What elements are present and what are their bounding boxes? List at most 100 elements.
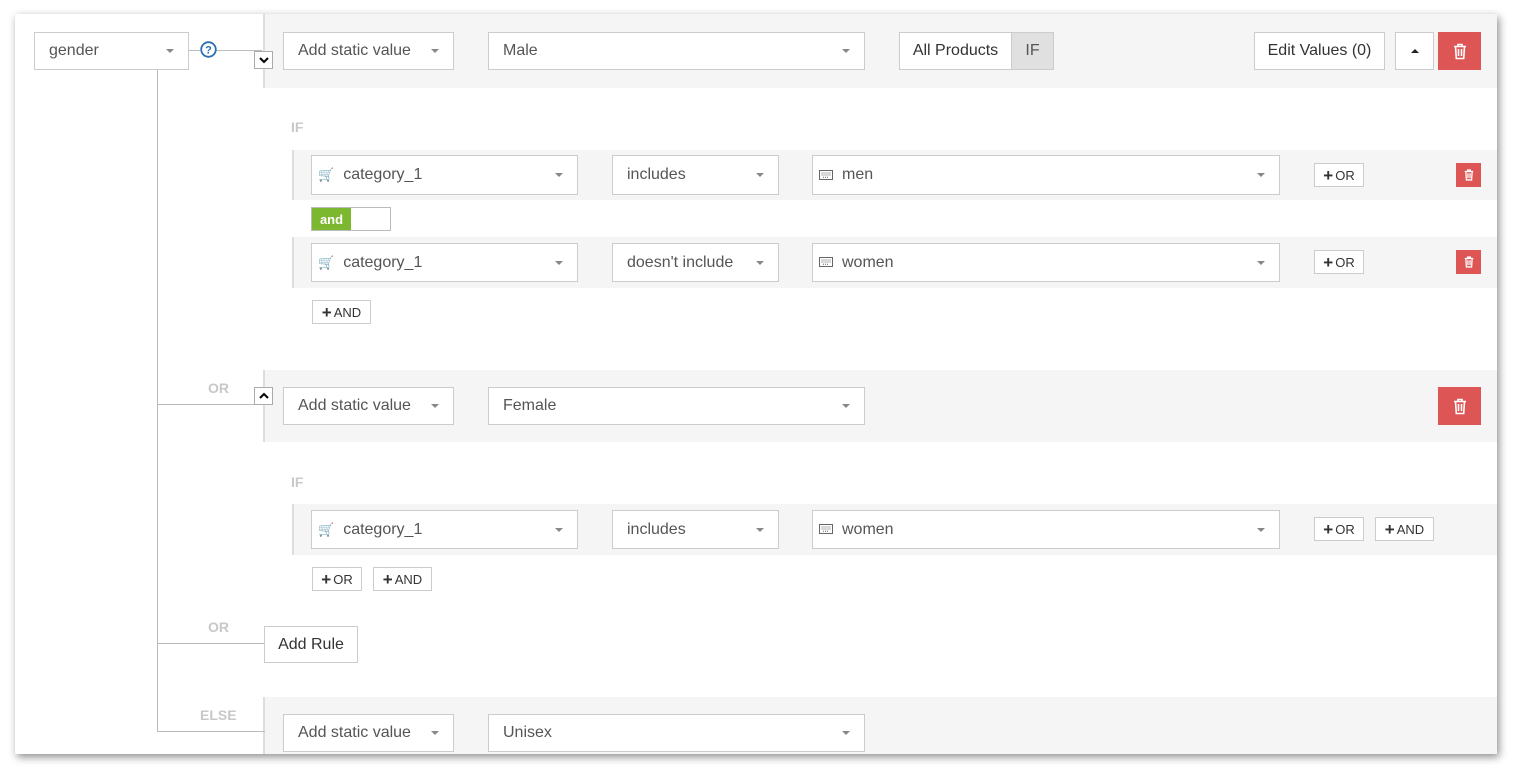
question-circle-icon[interactable]: ?: [200, 41, 217, 58]
rule2-condition1-operator-select[interactable]: includes: [612, 510, 779, 549]
condition1-operator-select[interactable]: includes: [612, 155, 779, 195]
source-field-select[interactable]: gender: [34, 32, 189, 70]
trash-icon: [1453, 398, 1466, 414]
chevron-down-icon: [555, 173, 563, 177]
condition1-add-or-button[interactable]: + OR: [1314, 163, 1364, 187]
caret-up-icon: [1410, 49, 1419, 53]
rule1-add-and-button[interactable]: + AND: [312, 300, 371, 324]
and-badge: and: [312, 208, 351, 230]
condition1-operator-value: includes: [627, 166, 686, 183]
rule2-condition1-value-select[interactable]: women: [812, 510, 1280, 549]
chevron-down-icon: [166, 49, 174, 53]
plus-icon: +: [321, 569, 332, 589]
cart-icon: 🛒: [318, 521, 335, 537]
add-or-label: OR: [1335, 521, 1355, 537]
add-and-label: AND: [394, 571, 423, 587]
rule2-value-select[interactable]: Female: [488, 387, 865, 425]
rule1-value: Male: [503, 42, 538, 59]
rule1-value-select[interactable]: Male: [488, 32, 865, 70]
condition2-value-select[interactable]: women: [812, 243, 1280, 282]
if-toggle-label: IF: [1025, 42, 1040, 59]
plus-icon: +: [382, 569, 393, 589]
add-rule-or-label: OR: [208, 619, 229, 635]
condition2-operator-select[interactable]: doesn't include: [612, 243, 779, 282]
else-type-select[interactable]: Add static value: [283, 714, 454, 752]
edit-values-button[interactable]: Edit Values (0): [1254, 32, 1385, 70]
keyboard-icon: [819, 255, 833, 270]
rule2-if-label: IF: [291, 474, 304, 490]
plus-icon: +: [321, 302, 332, 322]
add-rule-button[interactable]: Add Rule: [264, 626, 358, 663]
collapse-rule1-toggle[interactable]: [254, 51, 273, 69]
chevron-down-icon: [1257, 260, 1265, 265]
cart-icon: 🛒: [318, 167, 335, 182]
chevron-down-icon: [842, 49, 850, 53]
help-connector-line: [189, 50, 200, 51]
rule2-condition1-add-or-button[interactable]: + OR: [1314, 517, 1364, 541]
rule2-or-label: OR: [208, 380, 229, 396]
else-value-select[interactable]: Unisex: [488, 714, 865, 752]
delete-condition1-button[interactable]: [1456, 163, 1481, 187]
tree-branch-line: [157, 643, 265, 644]
chevron-down-icon: [756, 260, 764, 265]
rule2-condition1-field-value: category_1: [343, 520, 423, 538]
collapse-rule2-toggle[interactable]: [254, 387, 273, 405]
delete-rule2-button[interactable]: [1438, 387, 1481, 425]
delete-condition2-button[interactable]: [1456, 250, 1481, 274]
rule-builder-panel: gender ? Add static value Male All Produ…: [15, 14, 1497, 754]
source-field-value: gender: [49, 42, 99, 59]
add-or-label: OR: [333, 571, 353, 587]
rule2-type-select[interactable]: Add static value: [283, 387, 454, 425]
chevron-down-icon: [431, 49, 439, 53]
chevron-down-icon: [756, 173, 764, 177]
plus-icon: +: [1384, 519, 1395, 539]
tree-vertical-line: [157, 69, 158, 732]
rule2-type-value: Add static value: [298, 397, 411, 414]
chevron-up-icon: [258, 392, 269, 399]
add-or-label: OR: [1335, 254, 1355, 270]
add-rule-label: Add Rule: [278, 635, 344, 653]
move-up-button[interactable]: [1395, 32, 1434, 70]
rule1-type-select[interactable]: Add static value: [283, 32, 454, 70]
else-band-edge: [263, 697, 265, 754]
plus-icon: +: [1323, 252, 1334, 272]
rule2-band-edge: [263, 370, 265, 442]
rule1-if-label: IF: [291, 119, 304, 135]
cart-icon: 🛒: [318, 254, 335, 270]
rule2-condition1-field-select[interactable]: 🛒 category_1: [311, 510, 578, 549]
trash-icon: [1464, 256, 1473, 268]
chevron-down-icon: [842, 731, 850, 735]
condition1-value-select[interactable]: men: [812, 155, 1280, 195]
chevron-down-icon: [555, 527, 563, 532]
condition-row-edge: [292, 504, 294, 555]
if-toggle-button[interactable]: IF: [1011, 32, 1054, 70]
rule2-add-or-button[interactable]: + OR: [312, 567, 362, 591]
and-or-toggle[interactable]: and: [311, 207, 391, 231]
else-value: Unisex: [503, 724, 552, 741]
condition1-field-select[interactable]: 🛒 category_1: [311, 155, 578, 195]
add-or-label: OR: [1335, 167, 1355, 183]
else-label: ELSE: [200, 707, 237, 723]
condition-row-edge: [292, 150, 294, 200]
condition2-operator-value: doesn't include: [627, 253, 734, 271]
chevron-down-icon: [756, 527, 764, 532]
chevron-down-icon: [258, 57, 269, 64]
all-products-label: All Products: [912, 42, 999, 59]
rule2-value: Female: [503, 397, 557, 414]
keyboard-icon: [819, 168, 833, 183]
keyboard-icon: [819, 522, 833, 537]
all-products-button[interactable]: All Products: [899, 32, 1012, 70]
chevron-down-icon: [1257, 173, 1265, 177]
rule2-condition1-add-and-button[interactable]: + AND: [1375, 517, 1434, 541]
condition2-field-select[interactable]: 🛒 category_1: [311, 243, 578, 282]
chevron-down-icon: [431, 404, 439, 408]
condition2-value: women: [842, 253, 894, 271]
condition2-add-or-button[interactable]: + OR: [1314, 250, 1364, 274]
else-type-value: Add static value: [298, 724, 411, 741]
rule1-type-value: Add static value: [298, 42, 411, 59]
condition1-value: men: [842, 166, 874, 183]
delete-rule1-button[interactable]: [1438, 32, 1481, 70]
rule2-add-and-button[interactable]: + AND: [373, 567, 432, 591]
chevron-down-icon: [555, 260, 563, 265]
tree-branch-line: [157, 404, 261, 405]
